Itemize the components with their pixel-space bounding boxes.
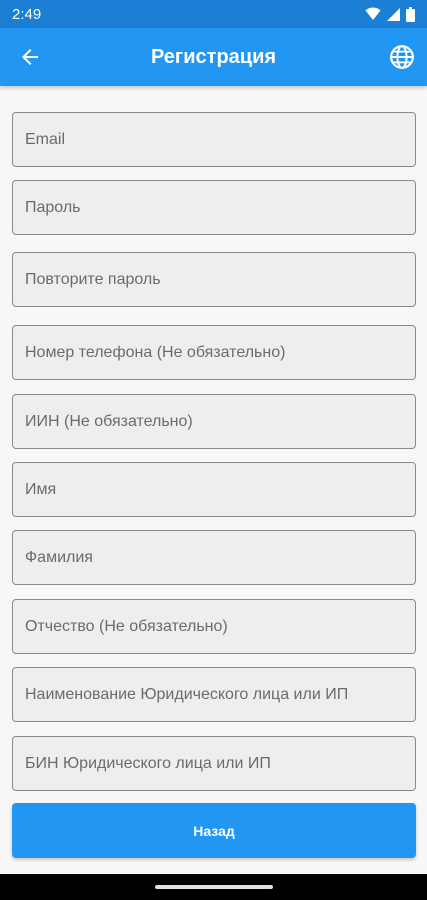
first-name-field[interactable] bbox=[12, 462, 416, 517]
first-name-input[interactable] bbox=[25, 480, 415, 499]
back-arrow-icon[interactable] bbox=[18, 45, 42, 69]
status-icons bbox=[365, 6, 415, 22]
last-name-field[interactable] bbox=[12, 530, 416, 585]
signal-icon bbox=[387, 7, 400, 21]
phone-input[interactable] bbox=[25, 343, 415, 362]
password-field[interactable] bbox=[12, 180, 416, 235]
phone-field[interactable] bbox=[12, 325, 416, 380]
app-bar: Регистрация bbox=[0, 28, 427, 86]
iin-field[interactable] bbox=[12, 394, 416, 449]
patronymic-field[interactable] bbox=[12, 599, 416, 654]
bin-input[interactable] bbox=[25, 754, 415, 773]
last-name-input[interactable] bbox=[25, 548, 415, 567]
password-input[interactable] bbox=[25, 198, 415, 217]
repeat-password-input[interactable] bbox=[25, 270, 415, 289]
email-field[interactable] bbox=[12, 112, 416, 167]
bin-field[interactable] bbox=[12, 736, 416, 791]
email-input[interactable] bbox=[25, 130, 415, 149]
page-title: Регистрация bbox=[150, 45, 277, 68]
status-time: 2:49 bbox=[12, 5, 42, 23]
globe-icon[interactable] bbox=[389, 44, 415, 70]
back-button[interactable]: Назад bbox=[12, 803, 416, 858]
iin-input[interactable] bbox=[25, 412, 415, 431]
wifi-icon bbox=[365, 7, 381, 20]
company-name-input[interactable] bbox=[25, 685, 415, 704]
navigation-bar bbox=[0, 874, 427, 900]
repeat-password-field[interactable] bbox=[12, 252, 416, 307]
patronymic-input[interactable] bbox=[25, 617, 415, 636]
status-bar: 2:49 bbox=[0, 0, 427, 28]
home-gesture-handle[interactable] bbox=[154, 885, 273, 889]
battery-icon bbox=[406, 6, 415, 22]
company-name-field[interactable] bbox=[12, 667, 416, 722]
